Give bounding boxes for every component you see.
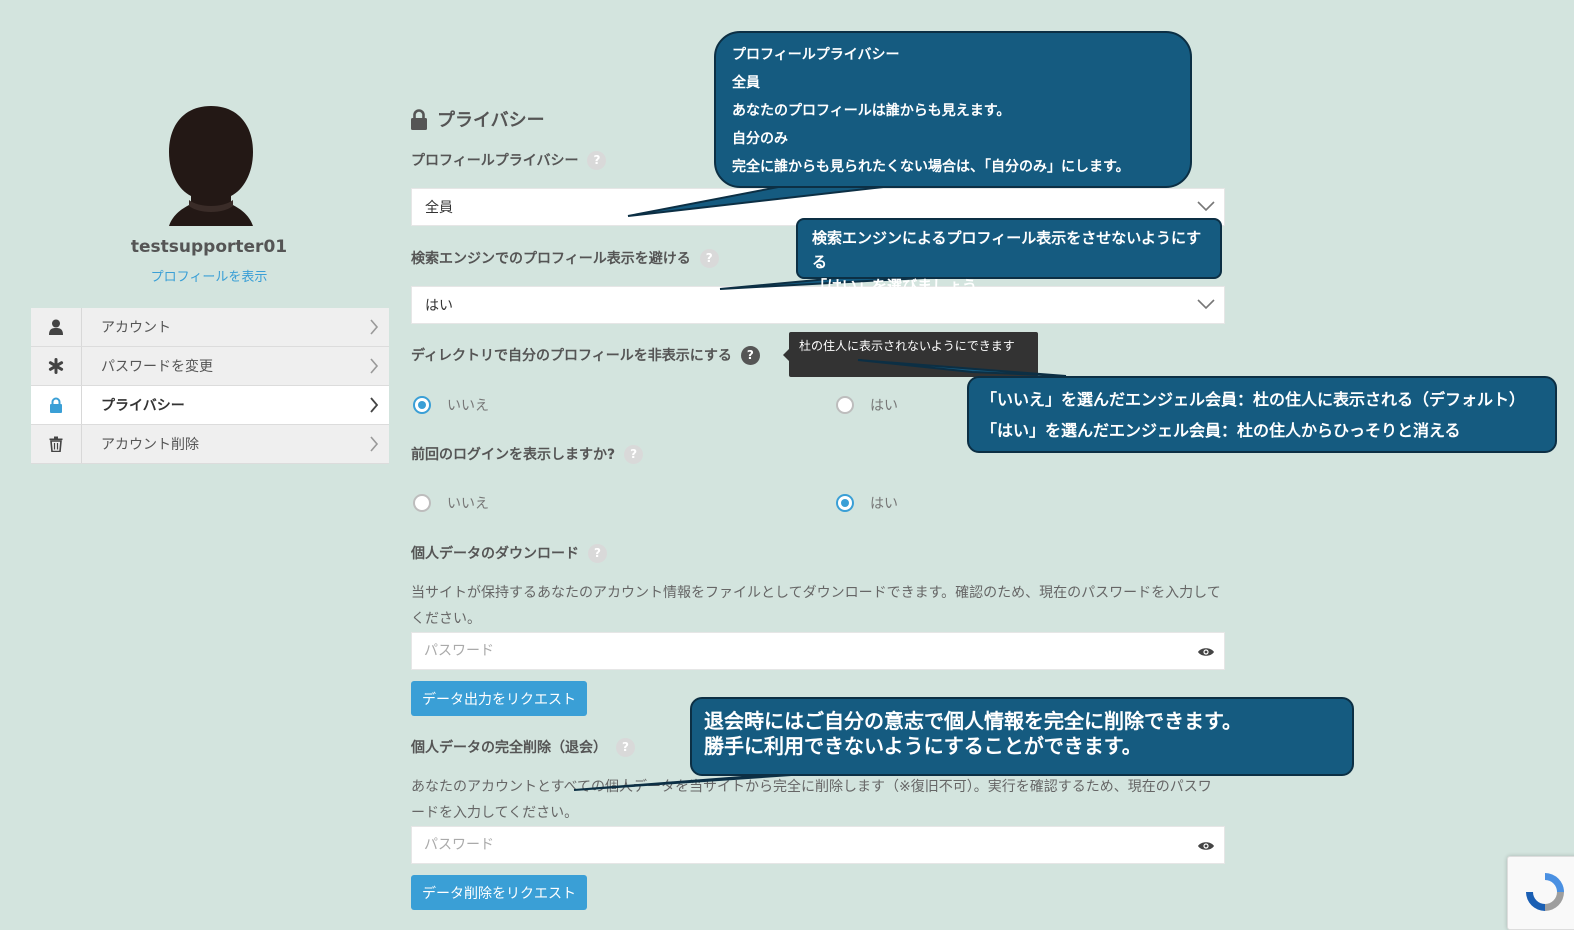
callout-line: 「はい」を選んだエンジェル会員：杜の住人からひっそりと消える [981,421,1461,440]
callout-line: 完全に誰からも見られたくない場合は、「自分のみ」にします。 [732,159,1130,175]
callout-line: 退会時にはご自分の意志で個人情報を完全に削除できます。 [704,709,1242,733]
callout-line: プロフィールプライバシー [732,47,900,63]
callout-pointer [857,359,1067,377]
callout-erase: 退会時にはご自分の意志で個人情報を完全に削除できます。 勝手に利用できないように… [690,697,1354,776]
callout-line: 「はい」を選びましょう。 [812,277,992,295]
callout-line: 「いいえ」を選んだエンジェル会員：杜の住人に表示される（デフォルト） [981,390,1526,409]
callout-directory: 「いいえ」を選んだエンジェル会員：杜の住人に表示される（デフォルト） 「はい」を… [967,376,1557,453]
callout-profile-privacy: プロフィールプライバシー 全員 あなたのプロフィールは誰からも見えます。 自分の… [714,31,1192,188]
callout-line: 全員 [732,75,760,91]
callout-line: あなたのプロフィールは誰からも見えます。 [732,103,1011,119]
callout-line: 検索エンジンによるプロフィール表示をさせないようにする [812,229,1202,271]
recaptcha-badge[interactable] [1507,856,1574,930]
callout-line: 勝手に利用できないようにすることができます。 [704,734,1142,758]
callout-pointer [573,773,807,791]
callout-search-engine: 検索エンジンによるプロフィール表示をさせないようにする 「はい」を選びましょう。 [796,218,1222,295]
callout-line: 自分のみ [732,131,788,147]
recaptcha-icon [1526,873,1564,911]
callout-pointer [627,183,911,217]
